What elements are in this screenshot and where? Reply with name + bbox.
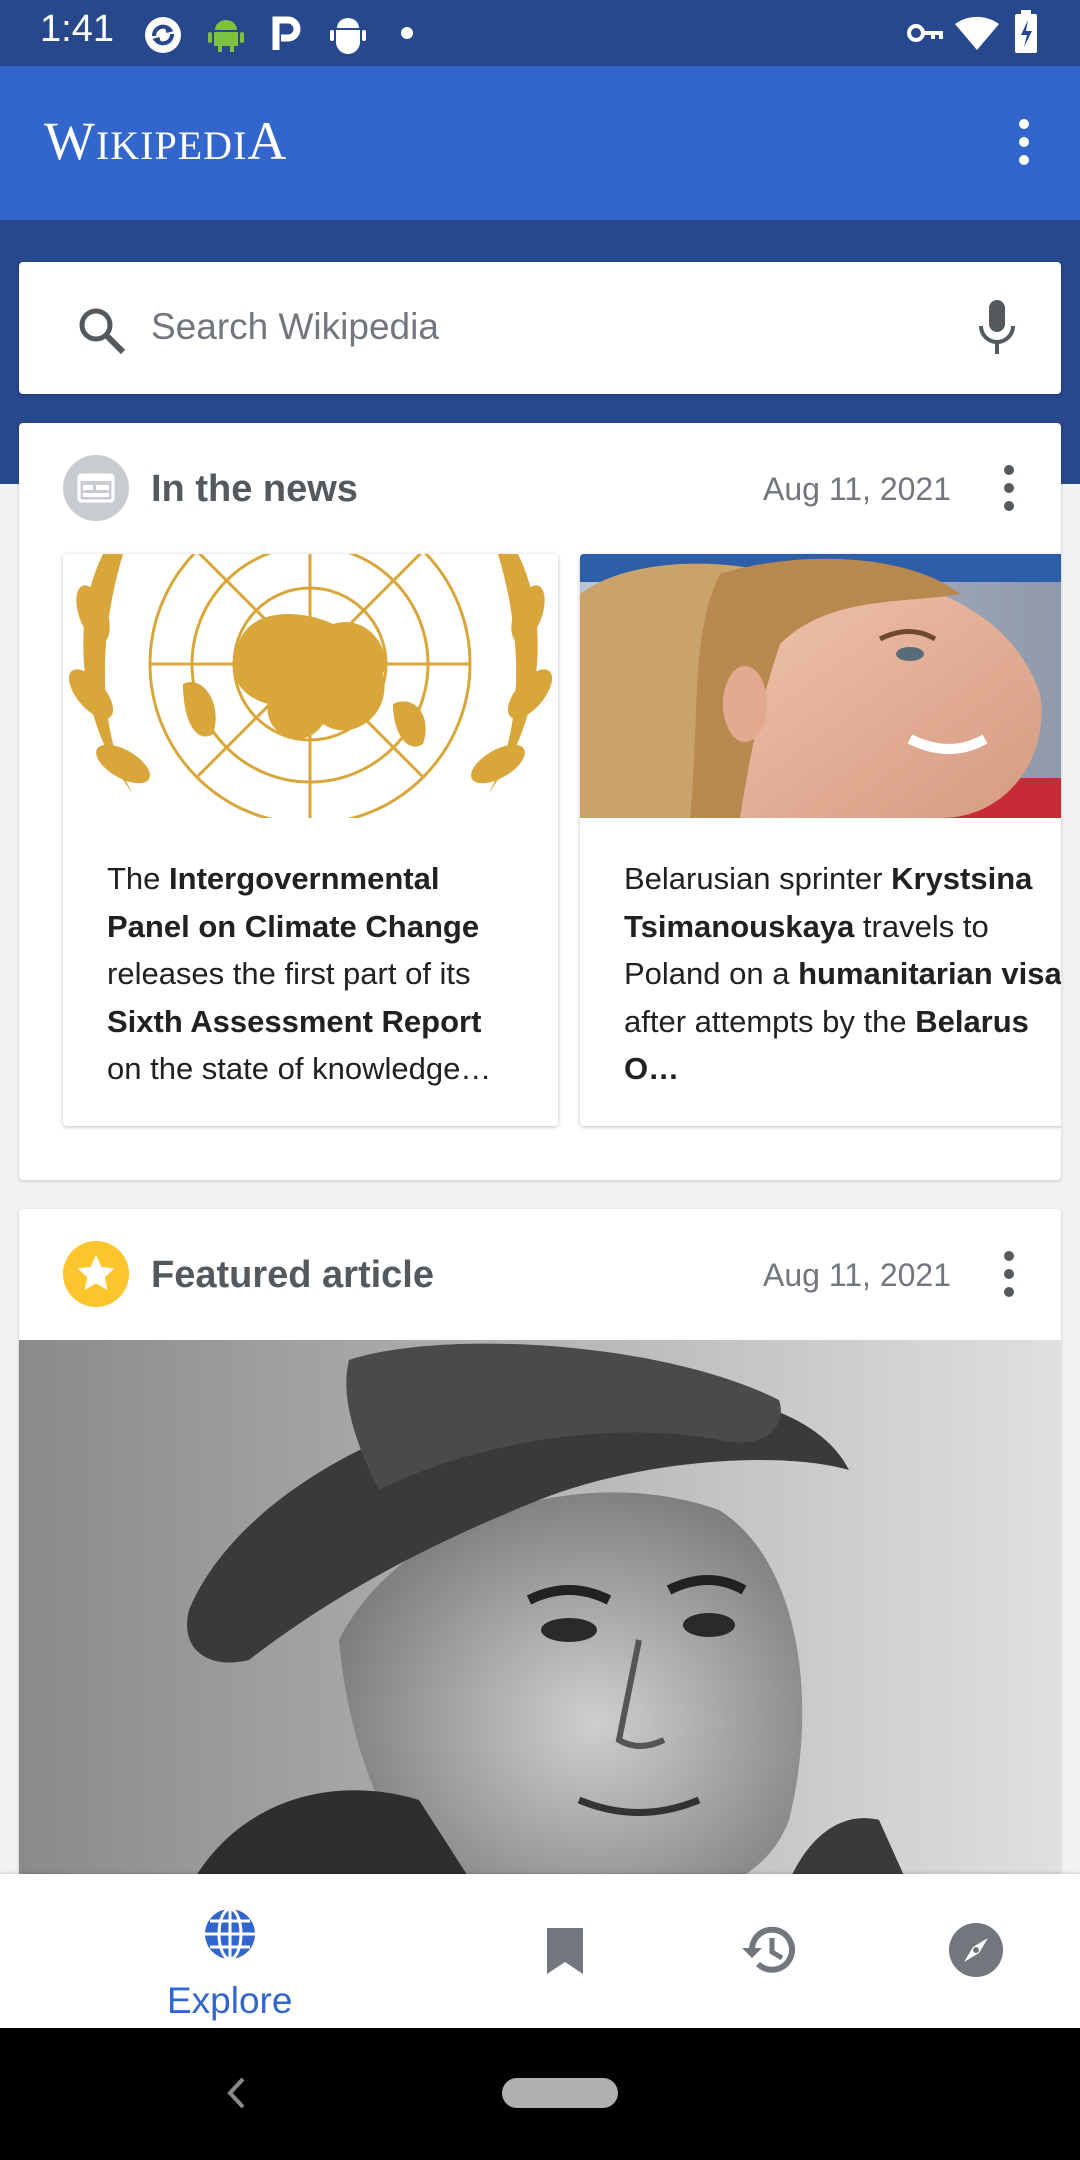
wikipedia-logo: WIKIPEDIA: [44, 111, 288, 171]
dot-icon: [401, 27, 413, 39]
news-item-text[interactable]: The Intergovernmental Panel on Climate C…: [107, 855, 527, 1093]
mic-icon[interactable]: [977, 298, 1017, 358]
news-item[interactable]: The Intergovernmental Panel on Climate C…: [63, 554, 558, 1126]
search-placeholder[interactable]: Search Wikipedia: [151, 306, 439, 348]
sync-icon: [145, 17, 181, 53]
parking-icon: [272, 16, 301, 50]
news-card-date: Aug 11, 2021: [762, 471, 951, 507]
battery-icon: [1015, 10, 1037, 53]
un-emblem-image: [63, 554, 558, 818]
in-the-news-card: In the news Aug 11, 2021 The Intergovern…: [19, 423, 1061, 1180]
star-icon: [63, 1241, 129, 1307]
back-icon[interactable]: [225, 2076, 247, 2110]
bookmark-icon[interactable]: [545, 1926, 585, 1976]
app-bar: WIKIPEDIA: [0, 66, 1080, 220]
news-text-segment: on the state of knowledge…: [107, 1051, 492, 1086]
wifi-icon: [955, 16, 999, 51]
news-card-menu-icon[interactable]: [1003, 464, 1015, 512]
nav-explore[interactable]: Explore: [120, 1874, 340, 2028]
featured-card-menu-icon[interactable]: [1003, 1250, 1015, 1298]
android-debug-icon: [330, 18, 366, 54]
bottom-navigation: Explore: [0, 1874, 1080, 2028]
news-text-segment: releases the first part of its: [107, 956, 471, 991]
status-bar: 1:41: [0, 0, 1080, 66]
news-text-segment: Belarusian sprinter: [624, 861, 892, 896]
news-icon: [63, 455, 129, 521]
history-icon[interactable]: [740, 1922, 800, 1978]
android-icon: [208, 20, 244, 52]
sprinter-photo: [580, 554, 1061, 818]
vpn-key-icon: [907, 24, 943, 42]
news-link-visa[interactable]: humanitarian visa: [798, 956, 1061, 991]
search-bar[interactable]: Search Wikipedia: [19, 262, 1061, 394]
news-card-title[interactable]: In the news: [151, 468, 358, 511]
nav-explore-label: Explore: [167, 1980, 293, 2021]
news-text-segment: The: [107, 861, 170, 896]
news-item-text[interactable]: Belarusian sprinter Krystsina Tsimanousk…: [624, 855, 1061, 1093]
featured-article-card[interactable]: Featured article Aug 11, 2021: [19, 1209, 1061, 1909]
soldier-portrait-image[interactable]: [19, 1340, 1061, 1909]
featured-card-date: Aug 11, 2021: [762, 1257, 951, 1293]
home-pill[interactable]: [502, 2078, 618, 2108]
system-navigation-bar: [0, 2028, 1080, 2160]
status-time: 1:41: [40, 8, 114, 50]
compass-icon[interactable]: [948, 1922, 1004, 1978]
globe-icon: [205, 1907, 255, 1961]
more-vert-icon[interactable]: [1018, 118, 1030, 166]
news-text-segment: after attempts by the: [624, 1003, 916, 1039]
news-link-report[interactable]: Sixth Assessment Report: [107, 1004, 481, 1039]
search-icon: [79, 308, 126, 355]
news-item[interactable]: Belarusian sprinter Krystsina Tsimanousk…: [580, 554, 1061, 1126]
featured-card-title[interactable]: Featured article: [151, 1254, 434, 1297]
